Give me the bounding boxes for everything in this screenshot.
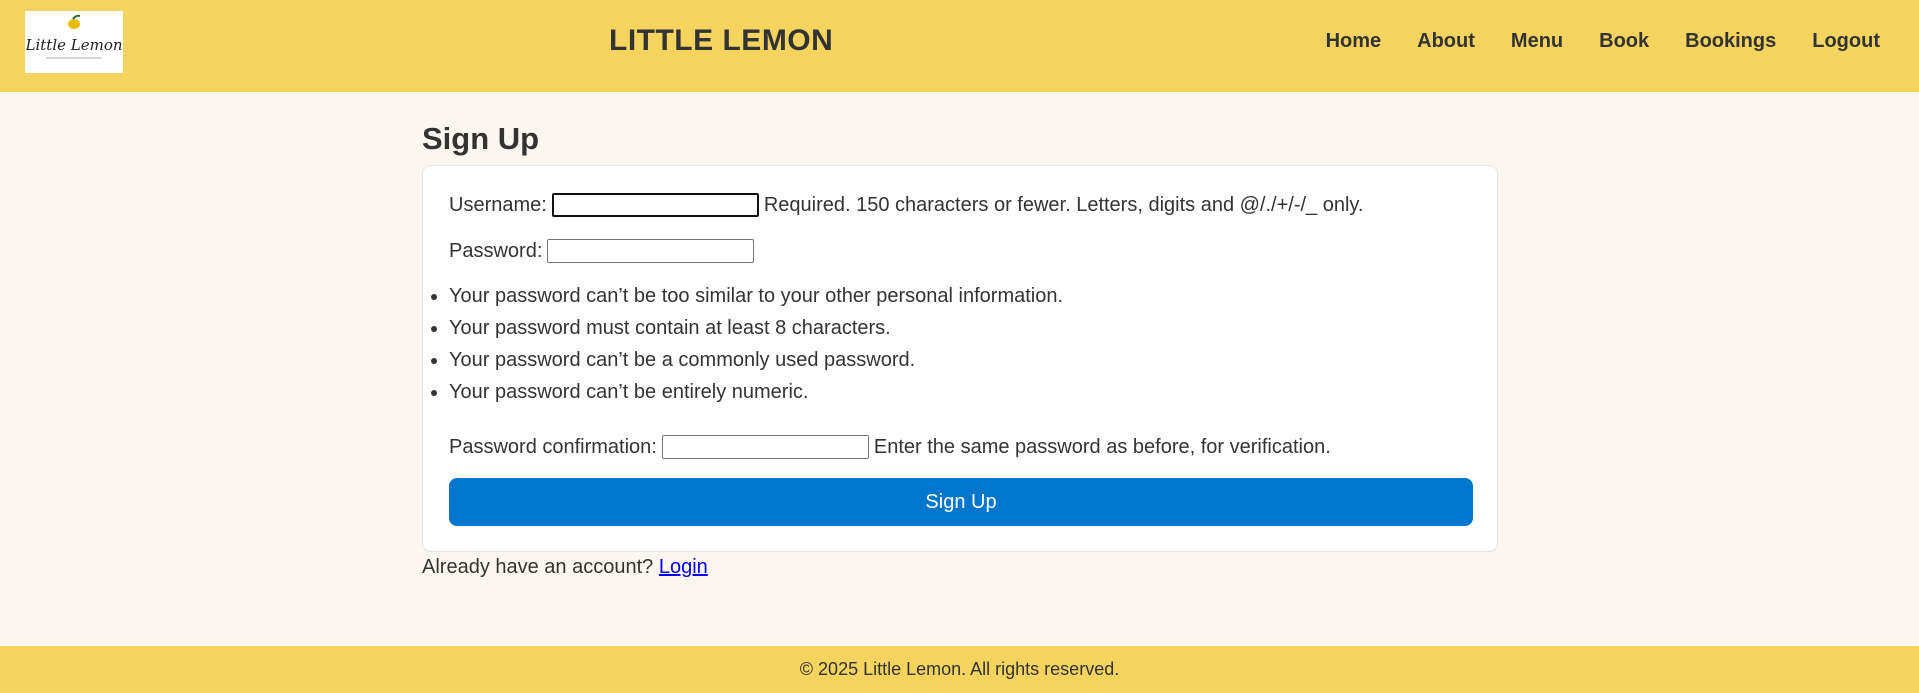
nav-about[interactable]: About — [1417, 30, 1475, 53]
footer-copyright: © 2025 Little Lemon. All rights reserved… — [799, 659, 1120, 679]
username-row: Username: Required. 150 characters or fe… — [449, 193, 1364, 217]
username-label: Username: — [449, 193, 547, 216]
password-label: Password: — [449, 239, 543, 262]
login-link[interactable]: Login — [659, 556, 708, 578]
password-confirmation-help-text: Enter the same password as before, for v… — [873, 435, 1331, 458]
password-row: Password: — [449, 239, 759, 263]
nav-home[interactable]: Home — [1326, 30, 1382, 53]
password-rule: Your password can’t be a commonly used p… — [449, 344, 1063, 376]
lemon-logo-icon: Little Lemon — [26, 14, 122, 59]
login-prompt: Already have an account? Login — [422, 556, 708, 579]
sign-up-button[interactable]: Sign Up — [449, 478, 1473, 526]
password-confirmation-row: Password confirmation: Enter the same pa… — [449, 435, 1331, 459]
password-rule: Your password can’t be too similar to yo… — [449, 280, 1063, 312]
password-rule: Your password can’t be entirely numeric. — [449, 376, 1063, 408]
svg-text:Little Lemon: Little Lemon — [26, 36, 122, 54]
site-footer: © 2025 Little Lemon. All rights reserved… — [0, 646, 1919, 693]
site-title: LITTLE LEMON — [609, 24, 834, 57]
password-confirmation-label: Password confirmation: — [449, 435, 657, 458]
main-nav: Home About Menu Book Bookings Logout — [1290, 30, 1880, 53]
nav-logout[interactable]: Logout — [1812, 30, 1880, 53]
nav-book[interactable]: Book — [1599, 30, 1649, 53]
password-field[interactable] — [547, 239, 755, 263]
page-title: Sign Up — [422, 121, 540, 156]
password-rules-list: Your password can’t be too similar to yo… — [449, 280, 1063, 408]
username-field[interactable] — [551, 193, 759, 217]
username-help-text: Required. 150 characters or fewer. Lette… — [763, 193, 1364, 216]
site-header: Little Lemon LITTLE LEMON Home About Men… — [0, 0, 1919, 92]
little-lemon-logo[interactable]: Little Lemon — [25, 11, 123, 73]
login-prompt-text: Already have an account? — [422, 556, 654, 578]
nav-menu[interactable]: Menu — [1511, 30, 1563, 53]
nav-bookings[interactable]: Bookings — [1685, 30, 1776, 53]
password-confirmation-field[interactable] — [661, 435, 869, 459]
password-rule: Your password must contain at least 8 ch… — [449, 312, 1063, 344]
signup-form: Username: Required. 150 characters or fe… — [422, 165, 1498, 552]
